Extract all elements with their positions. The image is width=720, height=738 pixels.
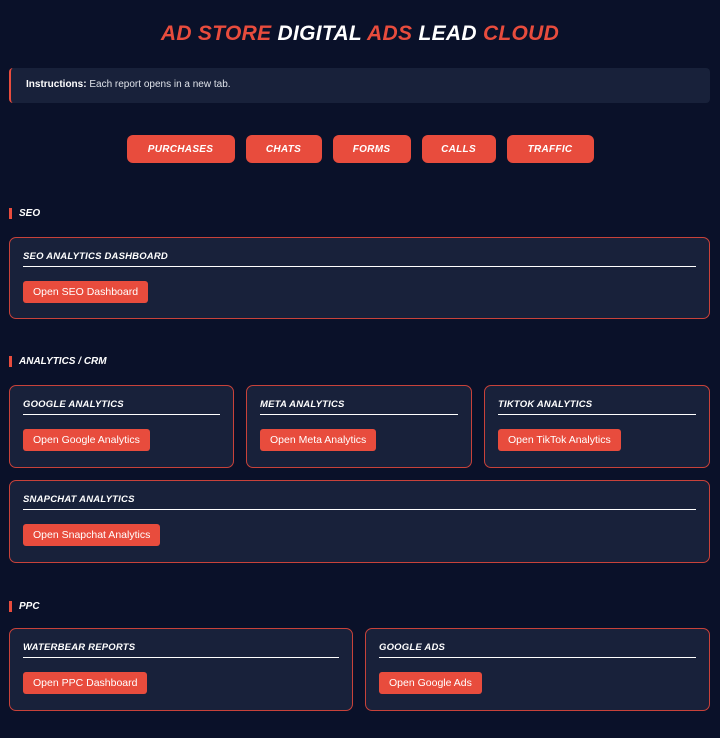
nav-traffic-button[interactable]: TRAFFIC (506, 135, 594, 163)
page-title: AD STORE DIGITAL ADS LEAD CLOUD (0, 22, 720, 46)
card-google-analytics: GOOGLE ANALYTICS Open Google Analytics (9, 385, 234, 468)
open-snapchat-analytics-button[interactable]: Open Snapchat Analytics (23, 524, 161, 546)
open-google-ads-button[interactable]: Open Google Ads (379, 672, 482, 694)
card-title: META ANALYTICS (260, 386, 458, 415)
card-google-ads: GOOGLE ADS Open Google Ads (365, 628, 710, 711)
card-title: WATERBEAR REPORTS (23, 629, 339, 658)
report-nav: PURCHASES CHATS FORMS CALLS TRAFFIC (0, 135, 720, 163)
card-meta-analytics: META ANALYTICS Open Meta Analytics (246, 385, 472, 468)
nav-chats-button[interactable]: CHATS (245, 135, 322, 163)
card-seo-dashboard: SEO ANALYTICS DASHBOARD Open SEO Dashboa… (9, 237, 710, 319)
section-heading-ppc: PPC (9, 601, 40, 612)
section-heading-seo: SEO (9, 208, 40, 219)
open-meta-analytics-button[interactable]: Open Meta Analytics (260, 429, 377, 451)
instructions-text: Each report opens in a new tab. (89, 79, 231, 90)
open-tiktok-analytics-button[interactable]: Open TikTok Analytics (498, 429, 621, 451)
card-title: TIKTOK ANALYTICS (498, 386, 696, 415)
card-waterbear-reports: WATERBEAR REPORTS Open PPC Dashboard (9, 628, 353, 711)
title-part: ADS (367, 22, 413, 45)
nav-calls-button[interactable]: CALLS (421, 135, 496, 163)
card-tiktok-analytics: TIKTOK ANALYTICS Open TikTok Analytics (484, 385, 710, 468)
title-part: CLOUD (482, 22, 560, 45)
open-google-analytics-button[interactable]: Open Google Analytics (23, 429, 150, 451)
card-snapchat-analytics: SNAPCHAT ANALYTICS Open Snapchat Analyti… (9, 480, 710, 563)
nav-forms-button[interactable]: FORMS (332, 135, 411, 163)
card-title: SNAPCHAT ANALYTICS (23, 481, 696, 510)
open-seo-dashboard-button[interactable]: Open SEO Dashboard (23, 281, 149, 303)
card-title: GOOGLE ANALYTICS (23, 386, 220, 415)
title-part: AD STORE (160, 22, 272, 45)
title-part: LEAD (418, 22, 477, 45)
title-part: DIGITAL (277, 22, 362, 45)
nav-purchases-button[interactable]: PURCHASES (126, 135, 235, 163)
instructions-label: Instructions: (26, 79, 87, 90)
card-title: SEO ANALYTICS DASHBOARD (23, 238, 696, 267)
section-heading-analytics: ANALYTICS / CRM (9, 356, 107, 367)
card-title: GOOGLE ADS (379, 629, 696, 658)
open-ppc-dashboard-button[interactable]: Open PPC Dashboard (23, 672, 148, 694)
instructions-box: Instructions: Each report opens in a new… (9, 68, 710, 103)
